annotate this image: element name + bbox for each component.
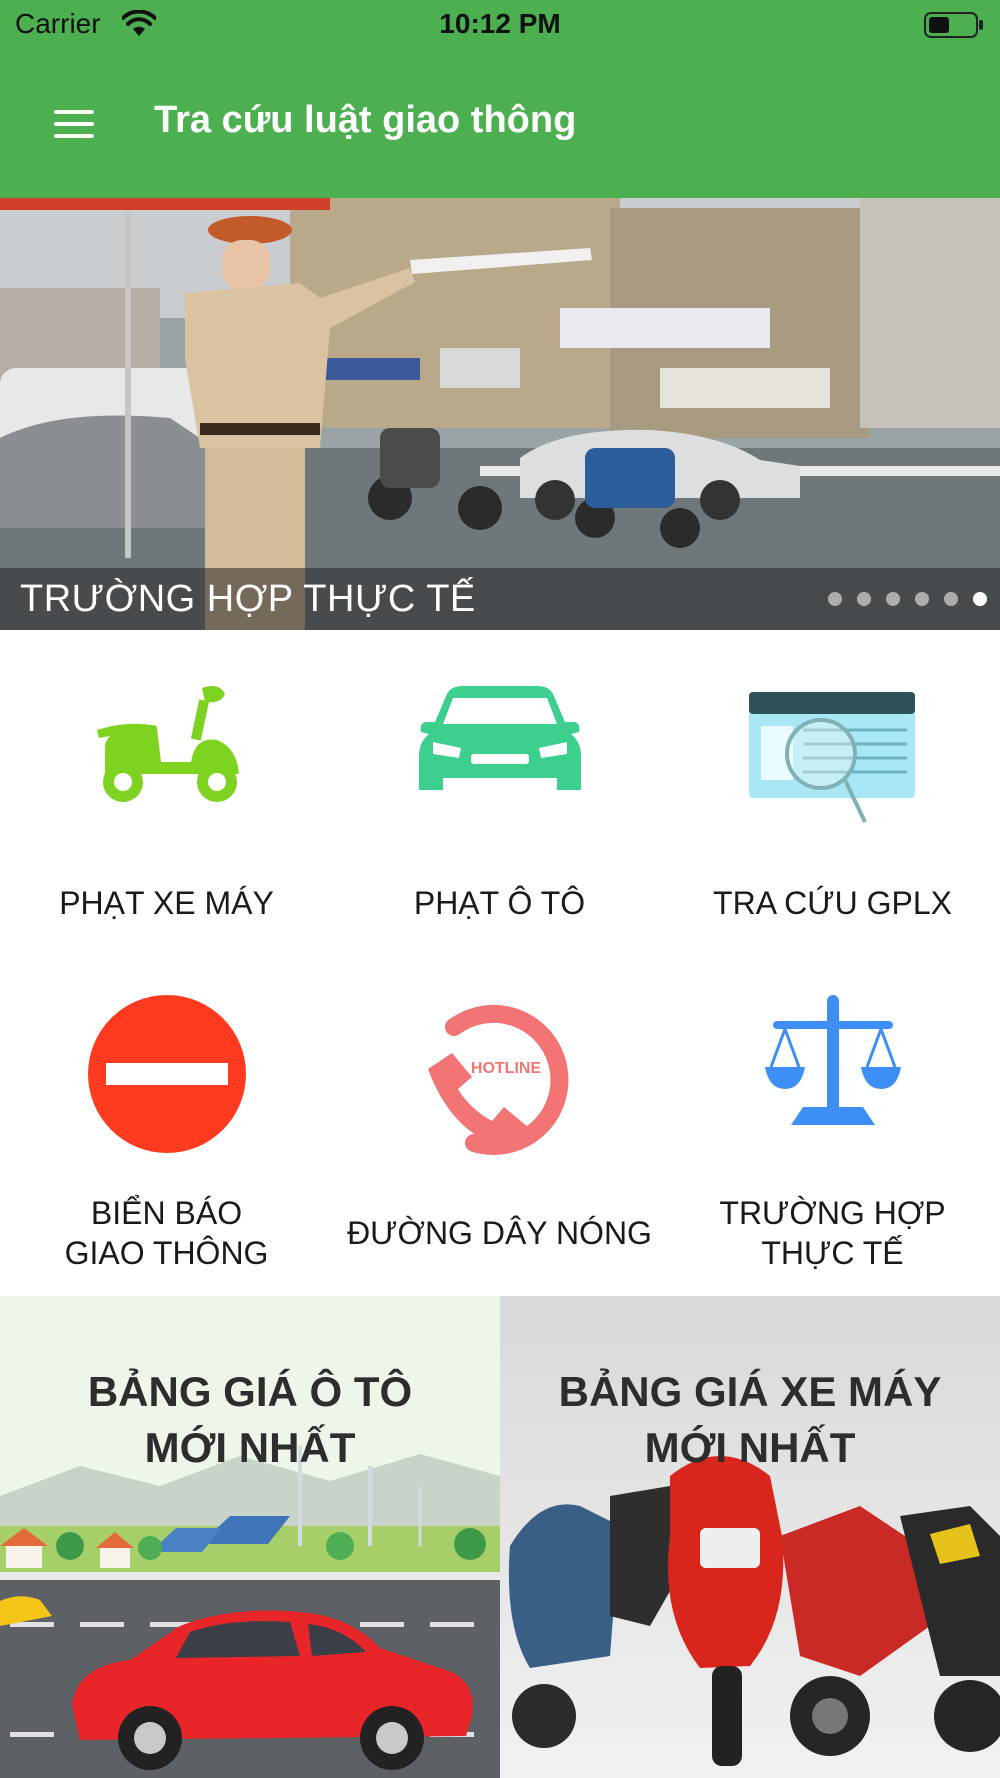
tile-label: PHẠT Ô TÔ — [413, 885, 586, 921]
carousel-dot[interactable] — [973, 592, 987, 606]
carousel-indicator — [826, 592, 1000, 608]
feature-grid: PHẠT XE MÁY PHẠT Ô TÔ TRA CỨU GPLX BIỂN … — [0, 630, 1000, 1296]
tile-motorbike-fines[interactable]: PHẠT XE MÁY — [0, 630, 333, 963]
hotline-phone-icon: HOTLINE — [427, 1004, 568, 1155]
status-bar: Carrier 10:12 PM — [0, 0, 1000, 50]
tile-label-line-2: THỰC TẾ — [761, 1235, 904, 1271]
scooter-icon — [96, 686, 239, 802]
no-entry-sign-icon — [87, 995, 246, 1153]
promo-title: BẢNG GIÁ XE MÁY MỚI NHẤT — [500, 1364, 1000, 1476]
carousel-dot[interactable] — [857, 592, 871, 606]
car-icon — [418, 686, 581, 790]
tile-label-line-2: GIAO THÔNG — [64, 1235, 269, 1271]
top-bar: Carrier 10:12 PM Tra cứu luật giao thông — [0, 0, 1000, 198]
promo-title: BẢNG GIÁ Ô TÔ MỚI NHẤT — [0, 1364, 500, 1476]
carousel-dot[interactable] — [886, 592, 900, 606]
promo-title-line-1: BẢNG GIÁ XE MÁY — [558, 1368, 942, 1415]
tile-hotline[interactable]: HOTLINE ĐƯỜNG DÂY NÓNG — [333, 963, 666, 1296]
app-bar: Tra cứu luật giao thông — [0, 50, 1000, 198]
tile-label: PHẠT XE MÁY — [59, 885, 274, 921]
tile-license-lookup[interactable]: TRA CỨU GPLX — [666, 630, 999, 963]
promo-motorbike-prices[interactable]: BẢNG GIÁ XE MÁY MỚI NHẤT — [500, 1296, 1000, 1778]
banner-caption: TRƯỜNG HỢP THỰC TẾ — [20, 578, 476, 620]
clock: 10:12 PM — [439, 8, 561, 39]
scales-icon — [764, 995, 901, 1125]
promo-title-line-2: MỚI NHẤT — [144, 1424, 356, 1471]
promo-title-line-2: MỚI NHẤT — [644, 1424, 856, 1471]
banner-caption-bar: TRƯỜNG HỢP THỰC TẾ — [0, 568, 1000, 630]
tile-traffic-signs[interactable]: BIỂN BÁO GIAO THÔNG — [0, 963, 333, 1296]
license-search-icon — [748, 692, 915, 823]
tile-label: TRƯỜNG HỢP THỰC TẾ — [666, 1193, 999, 1273]
tile-car-fines[interactable]: PHẠT Ô TÔ — [333, 630, 666, 963]
banner-carousel[interactable]: TRƯỜNG HỢP THỰC TẾ — [0, 198, 1000, 630]
page-title: Tra cứu luật giao thông — [154, 99, 577, 141]
promo-title-line-1: BẢNG GIÁ Ô TÔ — [87, 1368, 413, 1415]
tile-real-cases[interactable]: TRƯỜNG HỢP THỰC TẾ — [666, 963, 999, 1296]
tile-label-line-1: BIỂN BÁO — [90, 1195, 243, 1231]
promo-car-prices[interactable]: BẢNG GIÁ Ô TÔ MỚI NHẤT — [0, 1296, 500, 1778]
tile-label-line-1: TRƯỜNG HỢP — [719, 1195, 946, 1231]
carousel-dot[interactable] — [944, 592, 958, 606]
tile-label: TRA CỨU GPLX — [713, 885, 952, 921]
tile-label: BIỂN BÁO GIAO THÔNG — [0, 1193, 333, 1273]
tile-label: ĐƯỜNG DÂY NÓNG — [347, 1215, 652, 1251]
hotline-badge-text: HOTLINE — [470, 1060, 541, 1077]
battery-icon — [924, 12, 983, 38]
carousel-dot[interactable] — [915, 592, 929, 606]
banner-photo — [0, 198, 1000, 630]
hamburger-menu-button[interactable] — [48, 106, 100, 142]
carousel-dot[interactable] — [828, 592, 842, 606]
